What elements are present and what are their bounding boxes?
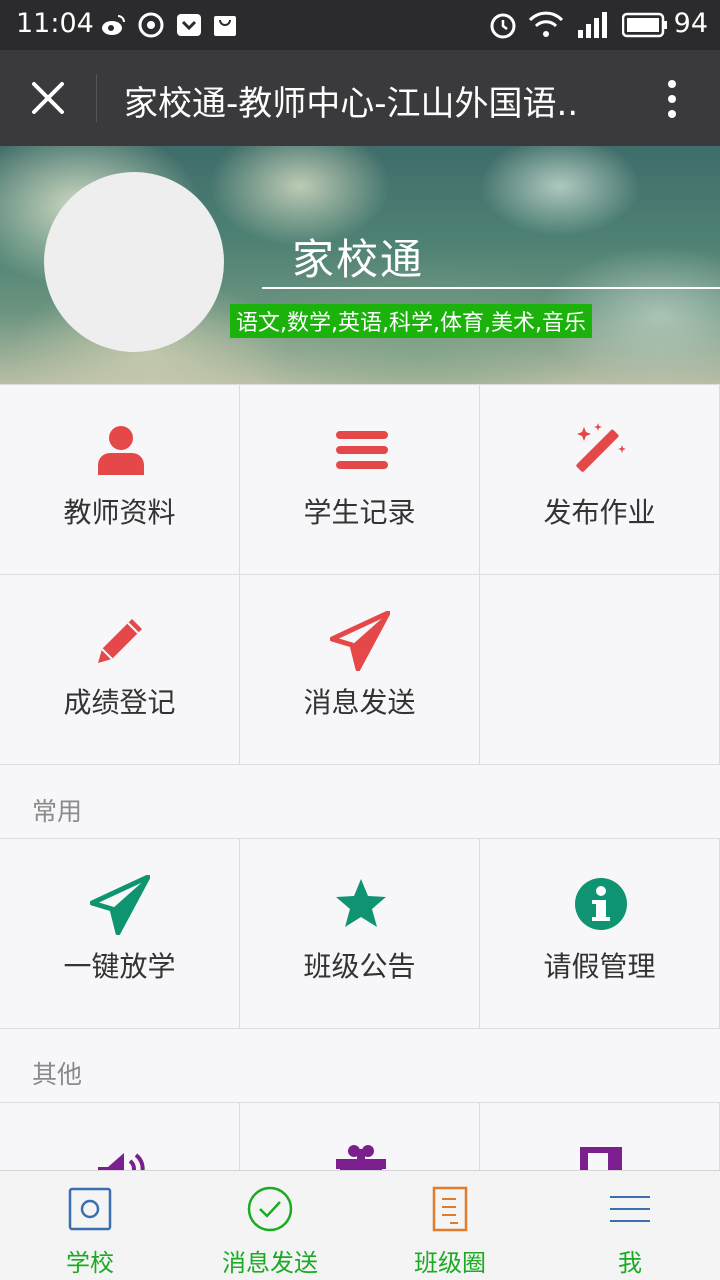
leave-management-button[interactable]: 请假管理 [480, 839, 720, 1029]
tab-label: 消息发送 [222, 1249, 318, 1277]
user-icon [98, 426, 144, 475]
tab-label: 我 [618, 1249, 642, 1277]
profile-banner: 家校通 语文,数学,英语,科学,体育,美术,音乐 [0, 146, 720, 384]
cell-label: 请假管理 [543, 950, 656, 983]
cell-label: 教师资料 [63, 496, 176, 529]
check-circle-icon [247, 1186, 293, 1232]
cell-label: 成绩登记 [63, 686, 176, 719]
common-function-grid: 一键放学 班级公告 请假管理 [0, 838, 720, 1029]
app-notification-icon [138, 12, 164, 38]
paper-plane-icon [330, 611, 390, 671]
title-bar: 家校通-教师中心-江山外国语.. [0, 50, 720, 146]
weibo-icon [102, 15, 125, 35]
tab-me[interactable]: 我 [540, 1171, 720, 1280]
shopping-bag-icon [214, 16, 236, 36]
list-icon [336, 431, 388, 469]
tab-label: 班级圈 [414, 1249, 486, 1277]
more-options-icon[interactable] [660, 78, 684, 120]
cell-label: 班级公告 [303, 950, 416, 983]
brand-name: 家校通 [292, 235, 425, 284]
alarm-icon [490, 13, 516, 39]
tab-label: 学校 [66, 1249, 114, 1277]
pocket-icon [177, 14, 201, 36]
teacher-profile-button[interactable]: 教师资料 [0, 385, 240, 575]
bottom-tab-bar: 学校 消息发送 班级圈 我 [0, 1170, 720, 1280]
status-time: 11:04 [16, 8, 94, 39]
cell-label: 发布作业 [543, 496, 656, 529]
brand-underline [262, 287, 720, 289]
title-divider [96, 74, 97, 122]
section-label-other: 其他 [32, 1060, 83, 1089]
empty-cell [480, 575, 720, 765]
school-icon [68, 1187, 112, 1231]
cell-label: 一键放学 [63, 950, 176, 983]
status-bar: 11:04 94 [0, 0, 720, 50]
close-icon[interactable] [26, 76, 70, 120]
tab-message-send[interactable]: 消息发送 [180, 1171, 360, 1280]
pencil-icon [98, 619, 142, 663]
magic-wand-icon [576, 423, 626, 472]
student-records-button[interactable]: 学生记录 [240, 385, 480, 575]
battery-level: 94 [673, 8, 708, 39]
star-icon [336, 879, 386, 927]
cell-label: 学生记录 [303, 496, 416, 529]
publish-homework-button[interactable]: 发布作业 [480, 385, 720, 575]
class-notice-button[interactable]: 班级公告 [240, 839, 480, 1029]
tab-school[interactable]: 学校 [0, 1171, 180, 1280]
avatar[interactable] [44, 172, 224, 352]
cellular-signal-icon [578, 12, 607, 38]
wifi-icon [528, 11, 564, 37]
send-message-button[interactable]: 消息发送 [240, 575, 480, 765]
one-key-dismiss-button[interactable]: 一键放学 [0, 839, 240, 1029]
page-title: 家校通-教师中心-江山外国语.. [124, 84, 579, 124]
subjects-badge: 语文,数学,英语,科学,体育,美术,音乐 [230, 304, 592, 338]
document-icon [432, 1186, 468, 1232]
tab-class-circle[interactable]: 班级圈 [360, 1171, 540, 1280]
cell-label: 消息发送 [303, 686, 416, 719]
info-icon [575, 878, 627, 930]
menu-icon [610, 1196, 650, 1222]
main-function-grid: 教师资料 学生记录 发布作业 成绩登记 消息发送 [0, 384, 720, 765]
section-label-common: 常用 [32, 797, 83, 826]
paper-plane-icon [90, 875, 150, 935]
grade-entry-button[interactable]: 成绩登记 [0, 575, 240, 765]
battery-icon [622, 12, 667, 38]
